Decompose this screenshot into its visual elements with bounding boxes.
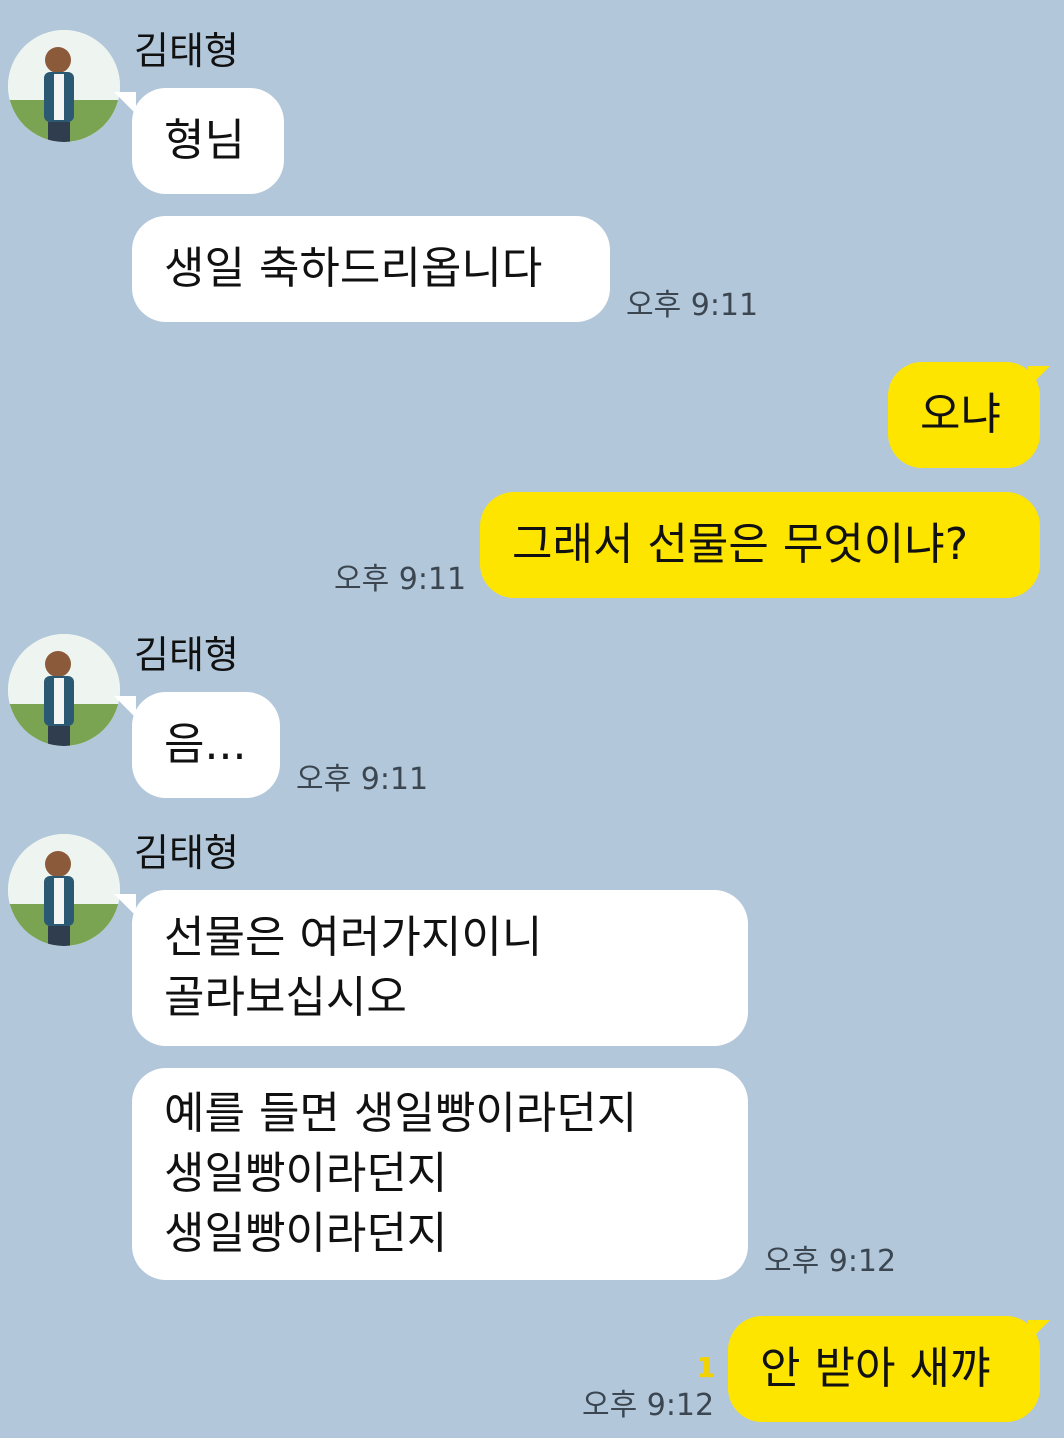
- message-time: 오후 9:11: [334, 562, 467, 597]
- sender-name: 김태형: [134, 633, 239, 677]
- message-bubble[interactable]: 형님: [132, 88, 284, 194]
- message-text: 음...: [164, 719, 247, 770]
- message-text: 생일 축하드리옵니다: [164, 243, 543, 294]
- message-time: 오후 9:12: [582, 1388, 715, 1423]
- avatar[interactable]: [8, 834, 120, 946]
- unread-count: 1: [696, 1351, 716, 1384]
- message-text-line: 예를 들면 생일빵이라던지: [164, 1088, 638, 1139]
- message-bubble[interactable]: 선물은 여러가지이니 골라보십시오: [132, 890, 748, 1046]
- message-bubble[interactable]: 안 받아 새꺄: [728, 1316, 1040, 1422]
- message-text-line: 선물은 여러가지이니: [164, 912, 543, 963]
- message-bubble[interactable]: 예를 들면 생일빵이라던지 생일빵이라던지 생일빵이라던지: [132, 1068, 748, 1280]
- message-bubble[interactable]: 그래서 선물은 무엇이냐?: [480, 492, 1040, 598]
- profile-photo-icon: [8, 834, 120, 946]
- message-text: 그래서 선물은 무엇이냐?: [512, 519, 969, 570]
- message-time: 오후 9:12: [764, 1244, 897, 1279]
- message-bubble[interactable]: 오냐: [888, 362, 1040, 468]
- sender-name: 김태형: [134, 831, 239, 875]
- message-time: 오후 9:11: [296, 762, 429, 797]
- message-text: 안 받아 새꺄: [760, 1343, 991, 1394]
- avatar[interactable]: [8, 30, 120, 142]
- message-bubble[interactable]: 음...: [132, 692, 280, 798]
- profile-photo-icon: [8, 30, 120, 142]
- message-text-line: 생일빵이라던지: [164, 1208, 448, 1259]
- message-text-line: 골라보십시오: [164, 972, 407, 1023]
- profile-photo-icon: [8, 634, 120, 746]
- message-time: 오후 9:11: [626, 288, 759, 323]
- message-text-line: 생일빵이라던지: [164, 1148, 448, 1199]
- message-text: 오냐: [920, 389, 1001, 440]
- avatar[interactable]: [8, 634, 120, 746]
- sender-name: 김태형: [134, 29, 239, 73]
- message-text: 형님: [164, 115, 245, 166]
- message-bubble[interactable]: 생일 축하드리옵니다: [132, 216, 610, 322]
